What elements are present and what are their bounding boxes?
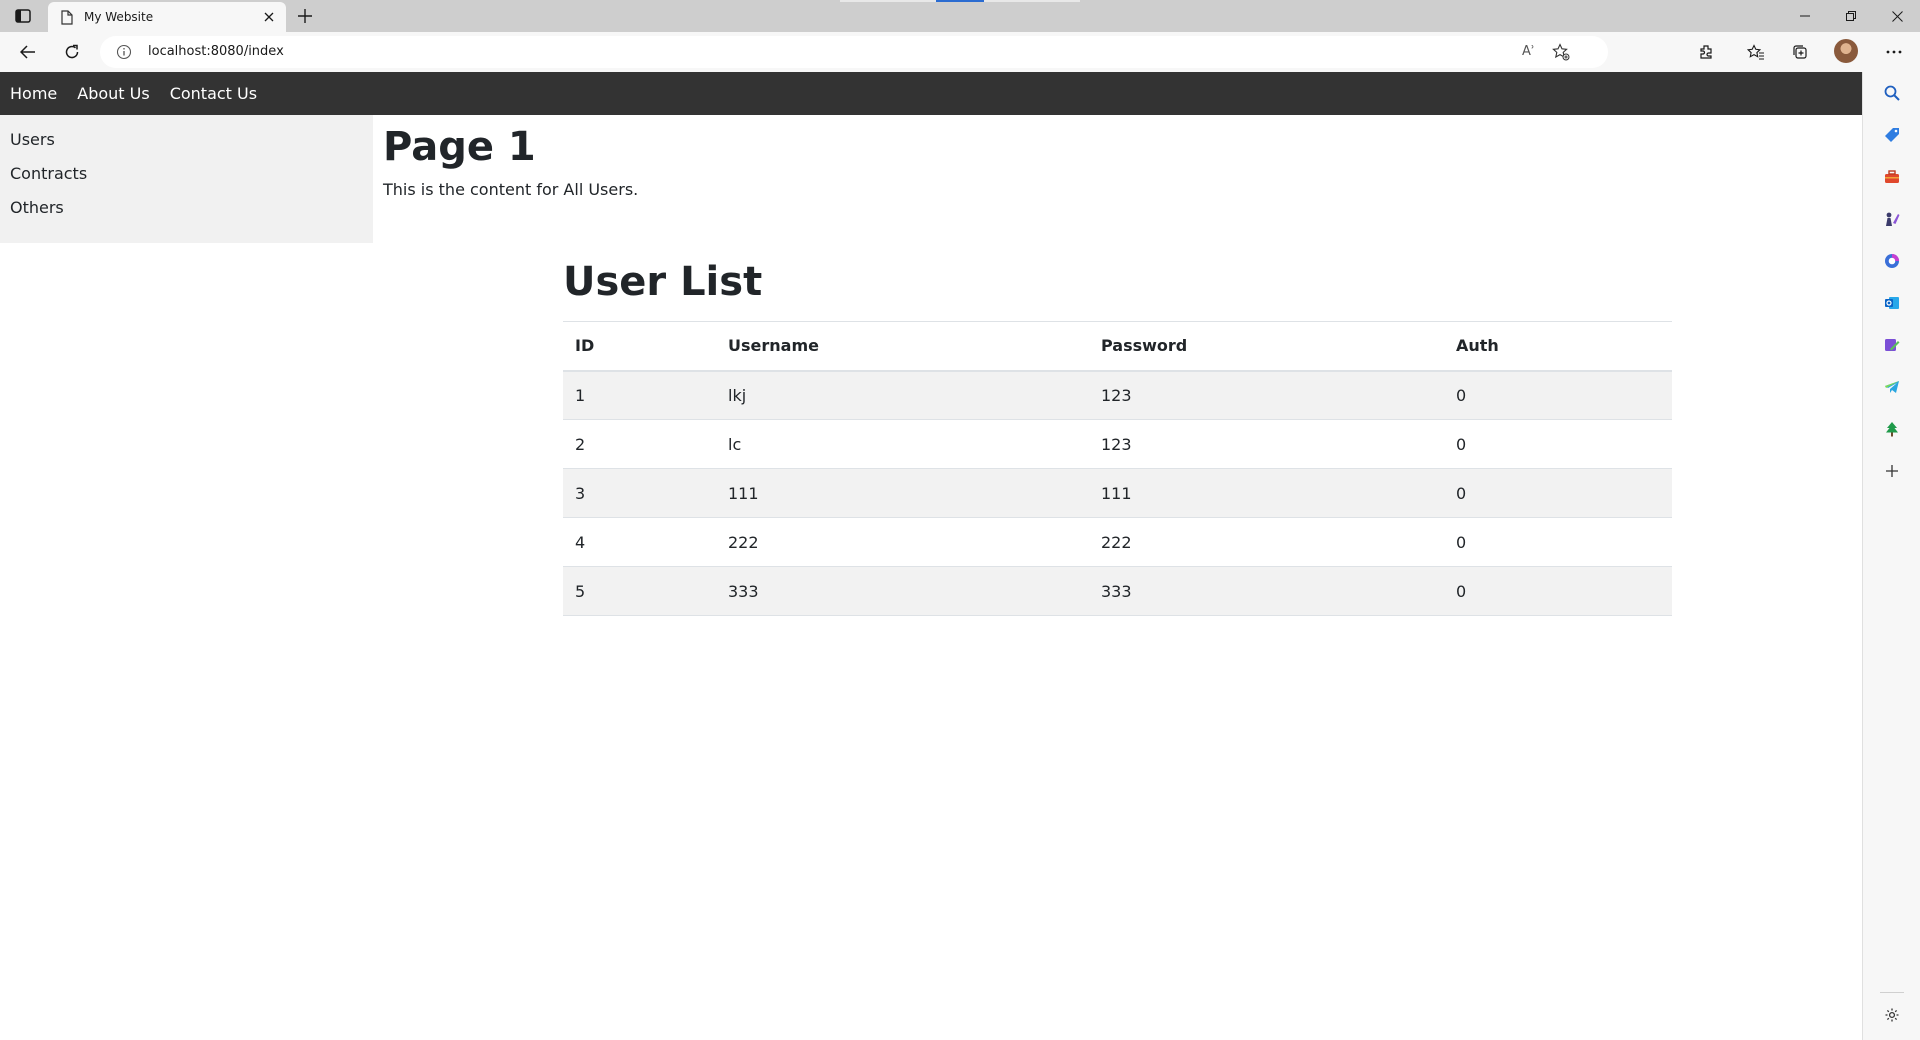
back-icon[interactable] xyxy=(14,38,42,66)
close-window-icon[interactable] xyxy=(1874,0,1920,32)
side-menu-users[interactable]: Users xyxy=(0,123,373,157)
read-aloud-icon[interactable]: Aʾ xyxy=(1522,43,1540,61)
cell-auth: 0 xyxy=(1444,517,1672,567)
new-tab-icon[interactable] xyxy=(294,5,316,27)
cell-username: 222 xyxy=(716,517,1089,567)
cell-password: 333 xyxy=(1089,566,1444,616)
table-row: 5 333 333 0 xyxy=(563,566,1672,616)
profile-avatar[interactable] xyxy=(1834,39,1858,63)
cell-id: 3 xyxy=(563,468,716,518)
cell-password: 222 xyxy=(1089,517,1444,567)
designer-icon[interactable] xyxy=(1883,336,1901,354)
site-info-icon[interactable] xyxy=(116,44,132,60)
page-title: Page 1 xyxy=(383,124,536,170)
cell-username: lkj xyxy=(716,370,1089,420)
cell-auth: 0 xyxy=(1444,419,1672,469)
refresh-icon[interactable] xyxy=(58,38,86,66)
cell-password: 123 xyxy=(1089,370,1444,420)
cell-auth: 0 xyxy=(1444,468,1672,518)
favorites-icon[interactable] xyxy=(1742,38,1770,66)
user-list-section: User List ID Username Password Auth 1 lk… xyxy=(563,258,1672,616)
office-icon[interactable] xyxy=(1883,252,1901,270)
browser-tab-bar: My Website xyxy=(0,0,1920,32)
cell-id: 1 xyxy=(563,370,716,420)
browser-tab[interactable]: My Website xyxy=(48,2,286,32)
site-navbar: Home About Us Contact Us xyxy=(0,72,1862,115)
page-content: Page 1 This is the content for All Users… xyxy=(383,123,638,201)
settings-more-icon[interactable] xyxy=(1880,38,1908,66)
cell-username: lc xyxy=(716,419,1089,469)
telegram-icon[interactable] xyxy=(1883,378,1901,396)
table-row: 1 lkj 123 0 xyxy=(563,370,1672,420)
close-tab-icon[interactable] xyxy=(258,6,280,28)
browser-toolbar: localhost:8080/index Aʾ xyxy=(0,32,1920,72)
page-viewport: Home About Us Contact Us Users Contracts… xyxy=(0,72,1862,1040)
table-header-row: ID Username Password Auth xyxy=(563,321,1672,372)
column-header-username: Username xyxy=(716,321,1089,372)
url-text[interactable]: localhost:8080/index xyxy=(148,36,284,68)
games-icon[interactable] xyxy=(1883,210,1901,228)
user-table: ID Username Password Auth 1 lkj 123 0 2 … xyxy=(563,321,1672,616)
side-menu-others[interactable]: Others xyxy=(0,191,373,225)
page-icon xyxy=(60,9,74,25)
address-bar[interactable]: localhost:8080/index Aʾ xyxy=(100,36,1608,68)
cell-password: 111 xyxy=(1089,468,1444,518)
collections-icon[interactable] xyxy=(1786,38,1814,66)
restore-icon[interactable] xyxy=(1828,0,1874,32)
extensions-icon[interactable] xyxy=(1692,38,1720,66)
nav-about-link[interactable]: About Us xyxy=(67,72,159,115)
column-header-id: ID xyxy=(563,321,716,372)
cell-id: 2 xyxy=(563,419,716,469)
user-list-title: User List xyxy=(563,259,763,305)
side-menu: Users Contracts Others xyxy=(0,115,373,243)
search-icon[interactable] xyxy=(1883,84,1901,102)
tab-actions-icon[interactable] xyxy=(14,8,32,24)
column-header-auth: Auth xyxy=(1444,321,1672,372)
add-favorite-icon[interactable] xyxy=(1552,43,1570,61)
page-description: This is the content for All Users. xyxy=(383,180,639,199)
cell-id: 4 xyxy=(563,517,716,567)
outlook-icon[interactable] xyxy=(1883,294,1901,312)
tools-icon[interactable] xyxy=(1883,168,1901,186)
minimize-icon[interactable] xyxy=(1782,0,1828,32)
cell-password: 123 xyxy=(1089,419,1444,469)
column-header-password: Password xyxy=(1089,321,1444,372)
loading-indicator xyxy=(840,0,1080,2)
tab-title: My Website xyxy=(84,10,154,24)
nav-contact-link[interactable]: Contact Us xyxy=(160,72,267,115)
table-row: 4 222 222 0 xyxy=(563,517,1672,567)
cell-auth: 0 xyxy=(1444,370,1672,420)
settings-icon[interactable] xyxy=(1883,1006,1901,1024)
table-row: 3 111 111 0 xyxy=(563,468,1672,518)
cell-username: 333 xyxy=(716,566,1089,616)
sidebar-divider xyxy=(1880,992,1904,993)
table-row: 2 lc 123 0 xyxy=(563,419,1672,469)
cell-id: 5 xyxy=(563,566,716,616)
cell-auth: 0 xyxy=(1444,566,1672,616)
cell-username: 111 xyxy=(716,468,1089,518)
tree-icon[interactable] xyxy=(1883,420,1901,438)
add-icon[interactable] xyxy=(1883,462,1901,480)
nav-home-link[interactable]: Home xyxy=(0,72,67,115)
side-menu-contracts[interactable]: Contracts xyxy=(0,157,373,191)
shopping-tag-icon[interactable] xyxy=(1883,126,1901,144)
edge-sidebar xyxy=(1862,72,1920,1040)
